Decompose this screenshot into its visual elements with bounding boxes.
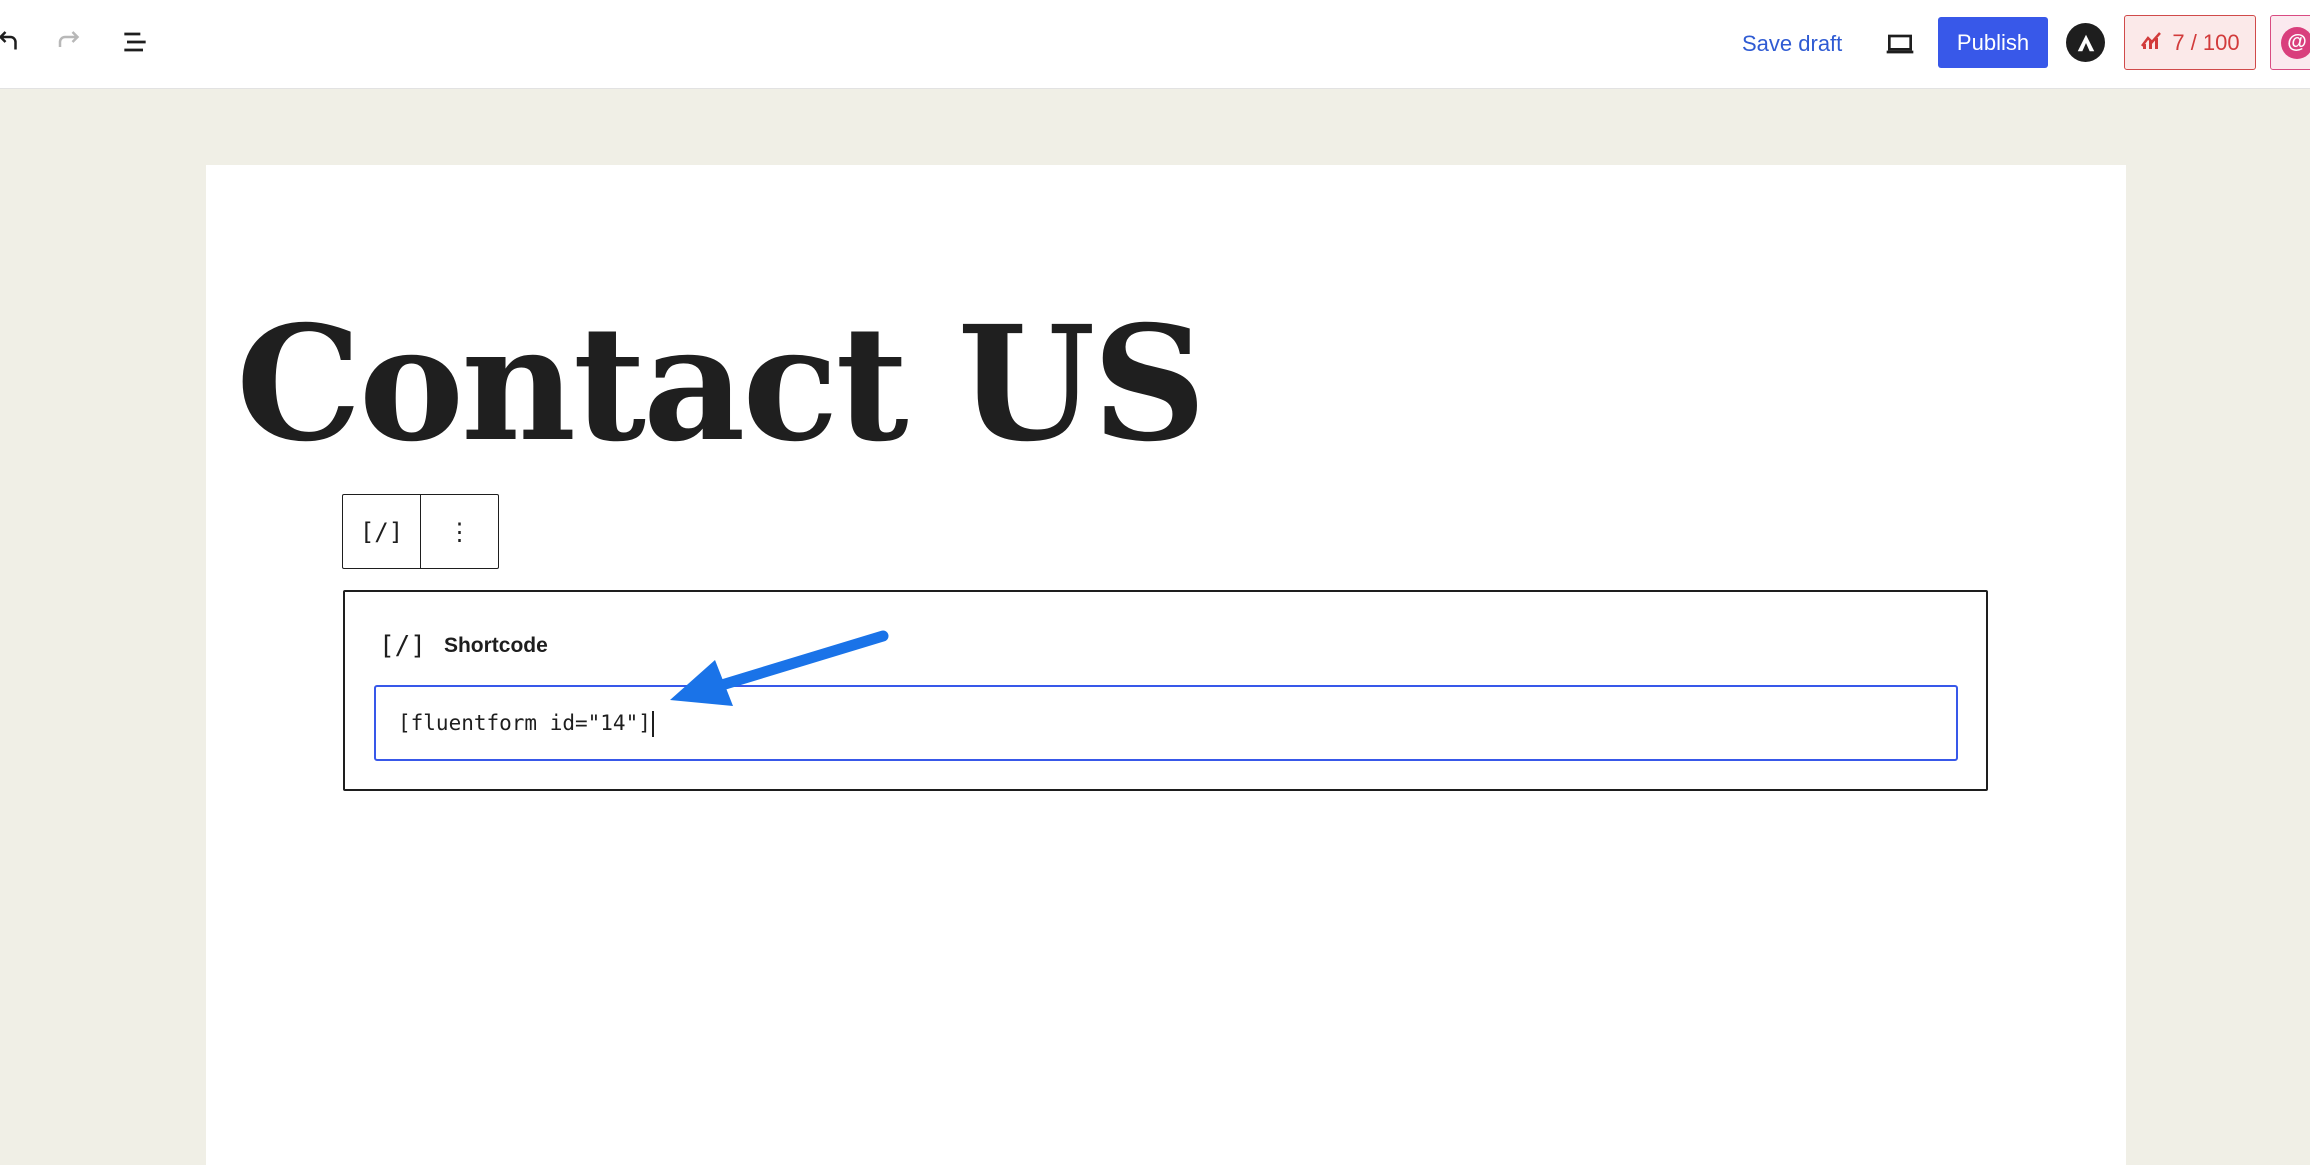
shortcode-input[interactable]: [fluentform id="14"] (374, 685, 1958, 761)
block-type-icon[interactable]: [/] (343, 495, 420, 568)
seo-score-button[interactable]: 7 / 100 (2124, 15, 2256, 70)
shortcode-input-value: [fluentform id="14"] (398, 711, 651, 735)
shortcode-label: Shortcode (443, 634, 548, 657)
list-view-icon[interactable] (113, 20, 157, 64)
undo-icon[interactable] (0, 20, 30, 64)
desktop-preview-icon[interactable] (1876, 20, 1924, 68)
shortcode-block-header: [/] Shortcode (379, 628, 548, 664)
ai-assistant-button[interactable]: @ (2270, 15, 2310, 70)
shortcode-block[interactable]: [/] Shortcode [fluentform id="14"] (343, 590, 1988, 791)
shortcode-icon: [/] (379, 631, 426, 661)
block-toolbar: [/] ⋮ (342, 494, 499, 569)
save-draft-button[interactable]: Save draft (1728, 22, 1856, 66)
editor-top-toolbar: Save draft Publish 7 / 100 @ (0, 0, 2310, 89)
more-options-icon[interactable]: ⋮ (420, 495, 498, 568)
ai-assistant-icon: @ (2281, 26, 2310, 59)
redo-icon[interactable] (48, 20, 92, 64)
text-caret (651, 711, 654, 737)
publish-button[interactable]: Publish (1938, 17, 2048, 68)
seo-score-label: 7 / 100 (2172, 29, 2240, 55)
seo-score-icon (2140, 30, 2164, 56)
post-title[interactable]: Contact US (236, 300, 1206, 470)
astra-logo-icon[interactable] (2066, 23, 2105, 62)
